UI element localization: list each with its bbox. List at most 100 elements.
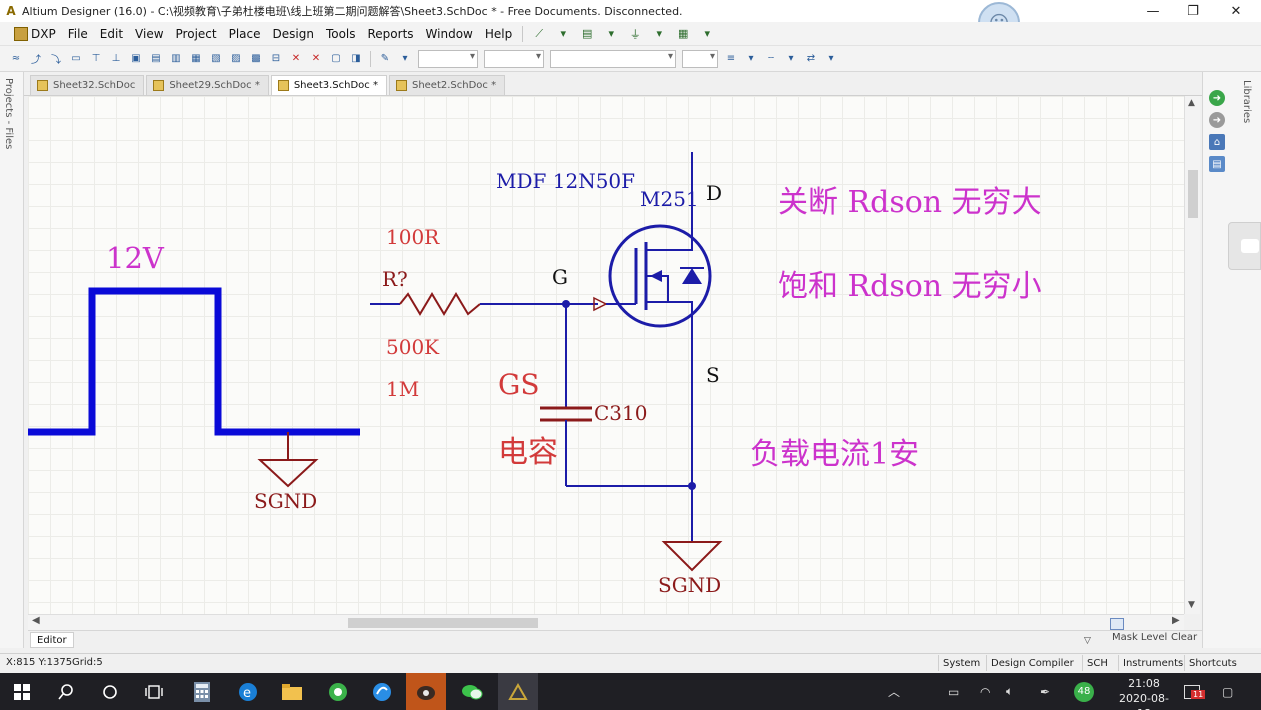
no-erc-icon[interactable]: ✕: [288, 51, 304, 67]
action-center-icon[interactable]: ▢: [1222, 673, 1233, 710]
recording-app-icon[interactable]: [406, 673, 446, 710]
place-bus-icon[interactable]: ⤴: [28, 51, 44, 67]
wire-tool-icon[interactable]: ⟋: [531, 26, 547, 42]
horizontal-scroll-thumb[interactable]: [348, 618, 538, 628]
shortcuts-panel-button[interactable]: Shortcuts: [1184, 655, 1241, 671]
floating-side-widget[interactable]: [1228, 222, 1261, 270]
schematic-drawing[interactable]: 12V SGND R? 100R 500K 1M G C310 MDF 12N5…: [28, 96, 1184, 614]
browser-360-icon[interactable]: [318, 673, 358, 710]
vertical-scroll-thumb[interactable]: [1188, 170, 1198, 218]
menu-edit[interactable]: Edit: [94, 27, 129, 41]
pulse-waveform[interactable]: [28, 287, 360, 436]
left-panel-dock[interactable]: Projects - Files: [0, 72, 24, 648]
scroll-up-arrow-icon[interactable]: ▲: [1188, 98, 1195, 108]
altium-taskbar-icon[interactable]: [498, 673, 538, 710]
place-harness-icon[interactable]: ▧: [208, 51, 224, 67]
size-combo[interactable]: [484, 49, 544, 68]
dropdown-arrow-icon[interactable]: ▾: [603, 26, 619, 42]
menu-place[interactable]: Place: [223, 27, 267, 41]
instruments-panel-button[interactable]: Instruments: [1118, 655, 1187, 671]
dropdown-arrow-icon[interactable]: ▾: [699, 26, 715, 42]
tab-sheet29[interactable]: Sheet29.SchDoc *: [146, 75, 269, 95]
minimize-button[interactable]: —: [1135, 0, 1171, 22]
width-combo[interactable]: [682, 49, 718, 68]
place-power-port-icon[interactable]: ⊤: [88, 51, 104, 67]
clear-button[interactable]: Clear: [1171, 632, 1197, 643]
libraries-panel-label[interactable]: Libraries: [1241, 80, 1252, 123]
place-wire-icon[interactable]: ≈: [8, 51, 24, 67]
home-icon[interactable]: ⌂: [1209, 134, 1225, 150]
left-ground-symbol[interactable]: [257, 459, 319, 488]
battery-icon[interactable]: ▭: [948, 673, 959, 710]
resistor-body[interactable]: [399, 292, 481, 316]
source-junction[interactable]: [688, 482, 696, 490]
no-erc-2-icon[interactable]: ✕: [308, 51, 324, 67]
arrange-icon[interactable]: ⇄: [803, 51, 819, 67]
grid-tool-icon[interactable]: ▦: [675, 26, 691, 42]
mask-toggle-icon[interactable]: [1110, 618, 1124, 630]
menu-dxp[interactable]: DXP: [8, 26, 62, 41]
sch-panel-button[interactable]: SCH: [1082, 655, 1112, 671]
close-button[interactable]: ✕: [1218, 0, 1254, 22]
body-diode[interactable]: [682, 268, 702, 284]
calculator-icon[interactable]: [182, 673, 222, 710]
cortana-icon[interactable]: [90, 673, 130, 710]
menu-window[interactable]: Window: [420, 27, 479, 41]
restore-button[interactable]: ❐: [1175, 0, 1211, 22]
scroll-down-arrow-icon[interactable]: ▼: [1188, 600, 1195, 610]
line-style-icon[interactable]: ┄: [763, 51, 779, 67]
place-bus-entry-icon[interactable]: ⤵: [48, 51, 64, 67]
menu-tools[interactable]: Tools: [320, 27, 362, 41]
mosfet-body-lead[interactable]: [646, 275, 669, 302]
place-net-label-icon[interactable]: ▭: [68, 51, 84, 67]
place-port-icon[interactable]: ▩: [248, 51, 264, 67]
dropdown-arrow-icon[interactable]: ▾: [555, 26, 571, 42]
system-clock[interactable]: 21:08 2020-08-18: [1116, 676, 1172, 710]
editor-tab[interactable]: Editor: [30, 632, 74, 648]
pen-icon[interactable]: ✎: [377, 51, 393, 67]
edge-browser-icon[interactable]: e: [228, 673, 268, 710]
style-combo[interactable]: [550, 49, 676, 68]
back-nav-icon[interactable]: ➜: [1209, 112, 1225, 128]
forward-nav-icon[interactable]: ➜: [1209, 90, 1225, 106]
vertical-scrollbar[interactable]: ▲ ▼: [1184, 96, 1200, 614]
ground-tool-icon[interactable]: ⏚: [627, 26, 643, 42]
document-icon[interactable]: ▤: [1209, 156, 1225, 172]
menu-file[interactable]: File: [62, 27, 94, 41]
dropdown-arrow-icon[interactable]: ▾: [397, 51, 413, 67]
tab-sheet2[interactable]: Sheet2.SchDoc *: [388, 75, 506, 95]
projects-files-panel-label[interactable]: Projects - Files: [3, 78, 14, 149]
place-sheet-entry-icon[interactable]: ▥: [168, 51, 184, 67]
font-combo[interactable]: [418, 49, 478, 68]
tab-sheet3[interactable]: Sheet3.SchDoc *: [270, 75, 387, 95]
volume-icon[interactable]: 🔈︎: [1006, 673, 1013, 710]
compile-mask-icon[interactable]: ▢: [328, 51, 344, 67]
system-panel-button[interactable]: System: [938, 655, 984, 671]
menu-design[interactable]: Design: [267, 27, 320, 41]
dropdown-arrow-icon[interactable]: ▾: [743, 51, 759, 67]
right-panel-dock[interactable]: Libraries ➜ ➜ ⌂ ▤: [1202, 72, 1261, 648]
place-port-2-icon[interactable]: ⊟: [268, 51, 284, 67]
message-center-icon[interactable]: 11: [1184, 673, 1206, 710]
wechat-icon[interactable]: [452, 673, 492, 710]
place-device-sheet-icon[interactable]: ▦: [188, 51, 204, 67]
mosfet-source-lead[interactable]: [646, 301, 693, 358]
search-icon[interactable]: [46, 673, 86, 710]
tab-sheet32[interactable]: Sheet32.SchDoc: [30, 75, 145, 95]
menu-help[interactable]: Help: [479, 27, 518, 41]
pen-tray-icon[interactable]: ✒: [1040, 673, 1050, 710]
schematic-canvas[interactable]: 12V SGND R? 100R 500K 1M G C310 MDF 12N5…: [28, 96, 1200, 614]
place-part-icon[interactable]: ▣: [128, 51, 144, 67]
place-text-frame-icon[interactable]: ◨: [348, 51, 364, 67]
dropdown-arrow-icon[interactable]: ▾: [651, 26, 667, 42]
dropdown-arrow-icon[interactable]: ▾: [783, 51, 799, 67]
place-vcc-icon[interactable]: ⊥: [108, 51, 124, 67]
right-ground-symbol[interactable]: [661, 541, 723, 572]
show-hidden-icons-icon[interactable]: ︿: [888, 673, 900, 710]
wifi-icon[interactable]: ◠: [980, 673, 990, 710]
menu-project[interactable]: Project: [170, 27, 223, 41]
app-blue-icon[interactable]: [362, 673, 402, 710]
place-sheet-symbol-icon[interactable]: ▤: [148, 51, 164, 67]
bus-tool-icon[interactable]: ▤: [579, 26, 595, 42]
menu-reports[interactable]: Reports: [362, 27, 420, 41]
